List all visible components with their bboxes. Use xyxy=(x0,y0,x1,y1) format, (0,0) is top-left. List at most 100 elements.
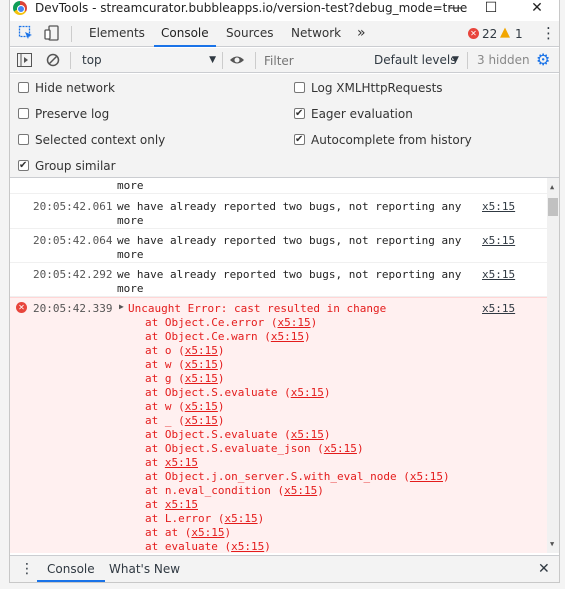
stack-frame-link[interactable]: x5:15 xyxy=(291,386,324,399)
drawer-menu-icon[interactable]: ⋮ xyxy=(20,560,34,578)
preserve-log-label: Preserve log xyxy=(35,107,110,121)
console-toolbar: top ▼ Default levels ▼ 3 hidden ⚙ xyxy=(10,48,559,73)
panel-tabs-bar: Elements Console Sources Network » ✕ 22 … xyxy=(10,21,559,47)
message-timestamp: 20:05:42.064 xyxy=(33,234,113,247)
stack-frame-link[interactable]: x5:15 xyxy=(291,428,324,441)
clear-console-icon[interactable] xyxy=(46,53,60,70)
stack-frame-text: at _ ( xyxy=(145,414,185,427)
drawer-close-icon[interactable]: ✕ xyxy=(538,560,550,578)
stack-frame-suffix: ) xyxy=(257,512,265,525)
log-xhr-checkbox[interactable] xyxy=(294,82,305,93)
stack-frame-text: at g ( xyxy=(145,372,185,385)
stack-frame: at Object.j.on_server.S.with_eval_node (… xyxy=(145,470,450,484)
error-count[interactable]: 22 xyxy=(482,26,497,42)
stack-frame: at Object.Ce.warn (x5:15) xyxy=(145,330,450,344)
stack-frame-link[interactable]: x5:15 xyxy=(284,484,317,497)
scrollbar-thumb[interactable] xyxy=(548,198,558,216)
stack-frame-link[interactable]: x5:15 xyxy=(231,540,264,553)
expand-triangle-icon[interactable]: ▶ xyxy=(119,302,124,311)
tab-network[interactable]: Network xyxy=(291,21,341,47)
tabs-divider xyxy=(71,26,72,42)
source-link[interactable]: x5:15 xyxy=(482,200,515,213)
stack-frame-link[interactable]: x5:15 xyxy=(224,512,257,525)
stack-frame-link[interactable]: x5:15 xyxy=(410,470,443,483)
stack-frame-suffix: ) xyxy=(310,316,318,329)
stack-frame-link[interactable]: x5:15 xyxy=(185,414,218,427)
console-message: 20:05:42.061 we have already reported tw… xyxy=(10,195,547,229)
stack-frame-link[interactable]: x5:15 xyxy=(185,372,218,385)
stack-frame-link[interactable]: x5:15 xyxy=(185,358,218,371)
close-window-button[interactable]: ✕ xyxy=(522,0,552,18)
maximize-button[interactable]: ☐ xyxy=(476,0,506,18)
console-settings-gear-icon[interactable]: ⚙ xyxy=(536,52,550,68)
stack-frame: at w (x5:15) xyxy=(145,358,450,372)
error-text[interactable]: Uncaught Error: cast resulted in change xyxy=(128,302,386,315)
stack-frame-text: at w ( xyxy=(145,400,185,413)
stack-frame-link[interactable]: x5:15 xyxy=(271,330,304,343)
tab-console[interactable]: Console xyxy=(154,21,216,47)
stack-frame-suffix: ) xyxy=(217,358,225,371)
inspect-element-icon[interactable] xyxy=(18,25,34,44)
scroll-down-arrow-icon[interactable]: ▼ xyxy=(550,540,554,548)
stack-frame-link[interactable]: x5:15 xyxy=(185,344,218,357)
toolbar-divider xyxy=(222,52,223,69)
stack-frame-text: at xyxy=(145,456,165,469)
autocomplete-checkbox[interactable] xyxy=(294,132,305,148)
eager-evaluation-checkbox[interactable] xyxy=(294,106,305,122)
stack-frame-link[interactable]: x5:15 xyxy=(165,498,198,511)
hide-network-checkbox[interactable] xyxy=(18,82,29,93)
stack-frame-link[interactable]: x5:15 xyxy=(191,526,224,539)
stack-frame: at evaluate (x5:15) xyxy=(145,540,450,553)
stack-frame-suffix: ) xyxy=(317,484,324,497)
group-similar-checkbox[interactable] xyxy=(18,158,29,174)
console-scrollbar[interactable]: ▲ ▼ xyxy=(547,178,559,553)
source-link[interactable]: x5:15 xyxy=(482,234,515,247)
context-selector[interactable]: top ▼ xyxy=(76,50,216,70)
source-link[interactable]: x5:15 xyxy=(482,268,515,281)
drawer-tab-console[interactable]: Console xyxy=(37,556,105,582)
warning-icon: ▲ xyxy=(500,25,510,40)
stack-frame-link[interactable]: x5:15 xyxy=(324,442,357,455)
tab-elements[interactable]: Elements xyxy=(89,21,145,47)
group-similar-label: Group similar xyxy=(35,159,116,173)
stack-frame: at g (x5:15) xyxy=(145,372,450,386)
stack-frame: at L.error (x5:15) xyxy=(145,512,450,526)
console-messages[interactable]: more 20:05:42.061 we have already report… xyxy=(10,178,559,553)
error-timestamp: 20:05:42.339 xyxy=(33,302,113,315)
devtools-menu-button[interactable]: ⋮ xyxy=(541,24,556,42)
device-toolbar-icon[interactable] xyxy=(44,25,60,44)
selected-context-checkbox[interactable] xyxy=(18,134,29,145)
scroll-up-arrow-icon[interactable]: ▲ xyxy=(550,183,554,191)
drawer-bar: ⋮ Console What's New ✕ xyxy=(10,555,559,582)
context-value: top xyxy=(82,53,102,67)
window-title: DevTools - streamcurator.bubbleapps.io/v… xyxy=(35,1,468,15)
stack-frame: at n.eval_condition (x5:15) xyxy=(145,484,450,498)
warning-count[interactable]: 1 xyxy=(515,26,523,42)
eager-evaluation-label: Eager evaluation xyxy=(311,107,413,121)
error-source-link[interactable]: x5:15 xyxy=(482,302,515,315)
stack-frame-link[interactable]: x5:15 xyxy=(185,400,218,413)
stack-frame-link[interactable]: x5:15 xyxy=(165,456,198,469)
devtools-window: DevTools - streamcurator.bubbleapps.io/v… xyxy=(9,0,560,583)
stack-frame-text: at o ( xyxy=(145,344,185,357)
stack-frame-text: at Object.S.evaluate ( xyxy=(145,386,291,399)
drawer-tab-whats-new[interactable]: What's New xyxy=(109,556,180,582)
sidebar-toggle-icon[interactable] xyxy=(17,53,32,70)
log-levels-dropdown[interactable]: Default levels ▼ xyxy=(372,50,462,70)
live-expression-eye-icon[interactable] xyxy=(229,53,245,70)
chevron-down-icon: ▼ xyxy=(452,55,459,65)
filter-input[interactable] xyxy=(264,51,364,70)
console-message: 20:05:42.064 we have already reported tw… xyxy=(10,229,547,263)
tab-sources[interactable]: Sources xyxy=(226,21,273,47)
selected-context-label: Selected context only xyxy=(35,133,166,147)
stack-frame: at w (x5:15) xyxy=(145,400,450,414)
stack-frame-text: at n.eval_condition ( xyxy=(145,484,285,497)
stack-frame-suffix: ) xyxy=(224,526,232,539)
more-tabs-button[interactable]: » xyxy=(357,21,366,47)
stack-frame-text: at Object.S.evaluate ( xyxy=(145,428,291,441)
stack-frame-suffix: ) xyxy=(356,442,364,455)
minimize-button[interactable]: — xyxy=(441,0,471,18)
stack-frame-link[interactable]: x5:15 xyxy=(277,316,310,329)
console-settings-pane: Hide network Preserve log Selected conte… xyxy=(10,74,559,178)
preserve-log-checkbox[interactable] xyxy=(18,108,29,119)
